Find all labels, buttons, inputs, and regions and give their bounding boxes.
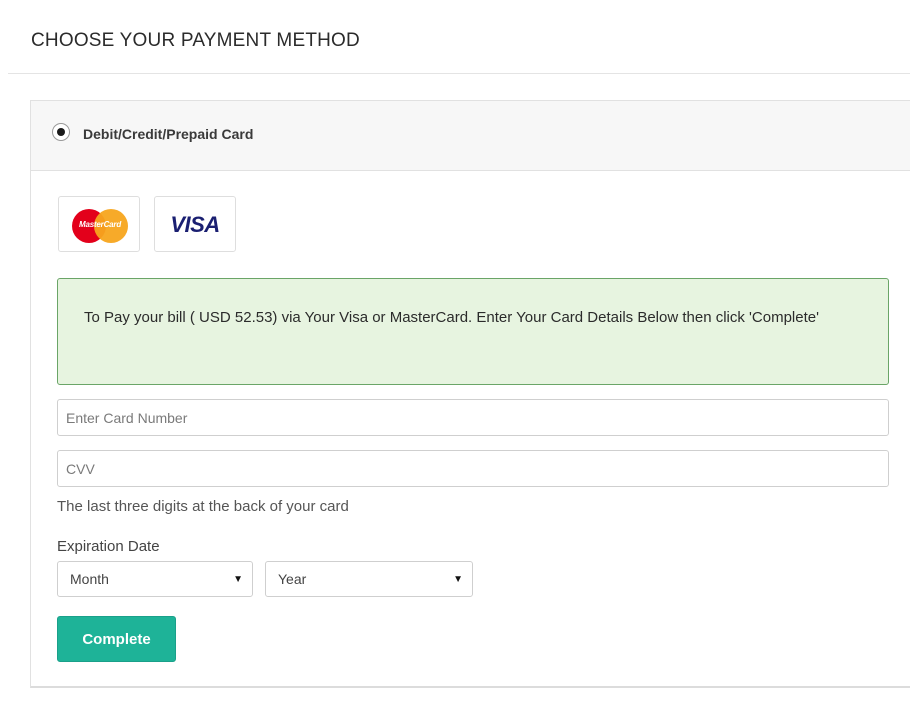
page-header: CHOOSE YOUR PAYMENT METHOD [8, 0, 910, 74]
card-payment-radio[interactable] [52, 123, 70, 141]
radio-selected-dot [57, 128, 65, 136]
year-select-value: Year [278, 571, 307, 587]
visa-icon: VISA [155, 212, 235, 238]
cvv-input[interactable] [57, 450, 889, 487]
chevron-down-icon: ▼ [453, 574, 463, 585]
mastercard-logo: MasterCard [58, 196, 140, 252]
payment-notice: To Pay your bill ( USD 52.53) via Your V… [57, 278, 889, 385]
visa-logo-text: VISA [170, 212, 220, 237]
month-select-value: Month [70, 571, 109, 587]
payment-page: CHOOSE YOUR PAYMENT METHOD Debit/Credit/… [0, 0, 910, 706]
complete-button[interactable]: Complete [57, 616, 176, 662]
month-select[interactable]: Month ▼ [57, 561, 253, 597]
card-payment-label[interactable]: Debit/Credit/Prepaid Card [83, 126, 253, 142]
page-title: CHOOSE YOUR PAYMENT METHOD [31, 30, 360, 51]
payment-method-panel: Debit/Credit/Prepaid Card MasterCard VIS… [30, 100, 910, 688]
card-number-input[interactable] [57, 399, 889, 436]
chevron-down-icon: ▼ [233, 574, 243, 585]
mastercard-icon: MasterCard [72, 209, 128, 243]
payment-option-header[interactable]: Debit/Credit/Prepaid Card [31, 101, 910, 171]
visa-logo: VISA [154, 196, 236, 252]
mastercard-logo-text: MasterCard [78, 220, 122, 229]
expiration-date-label: Expiration Date [57, 538, 160, 555]
year-select[interactable]: Year ▼ [265, 561, 473, 597]
cvv-help-text: The last three digits at the back of you… [57, 498, 349, 515]
